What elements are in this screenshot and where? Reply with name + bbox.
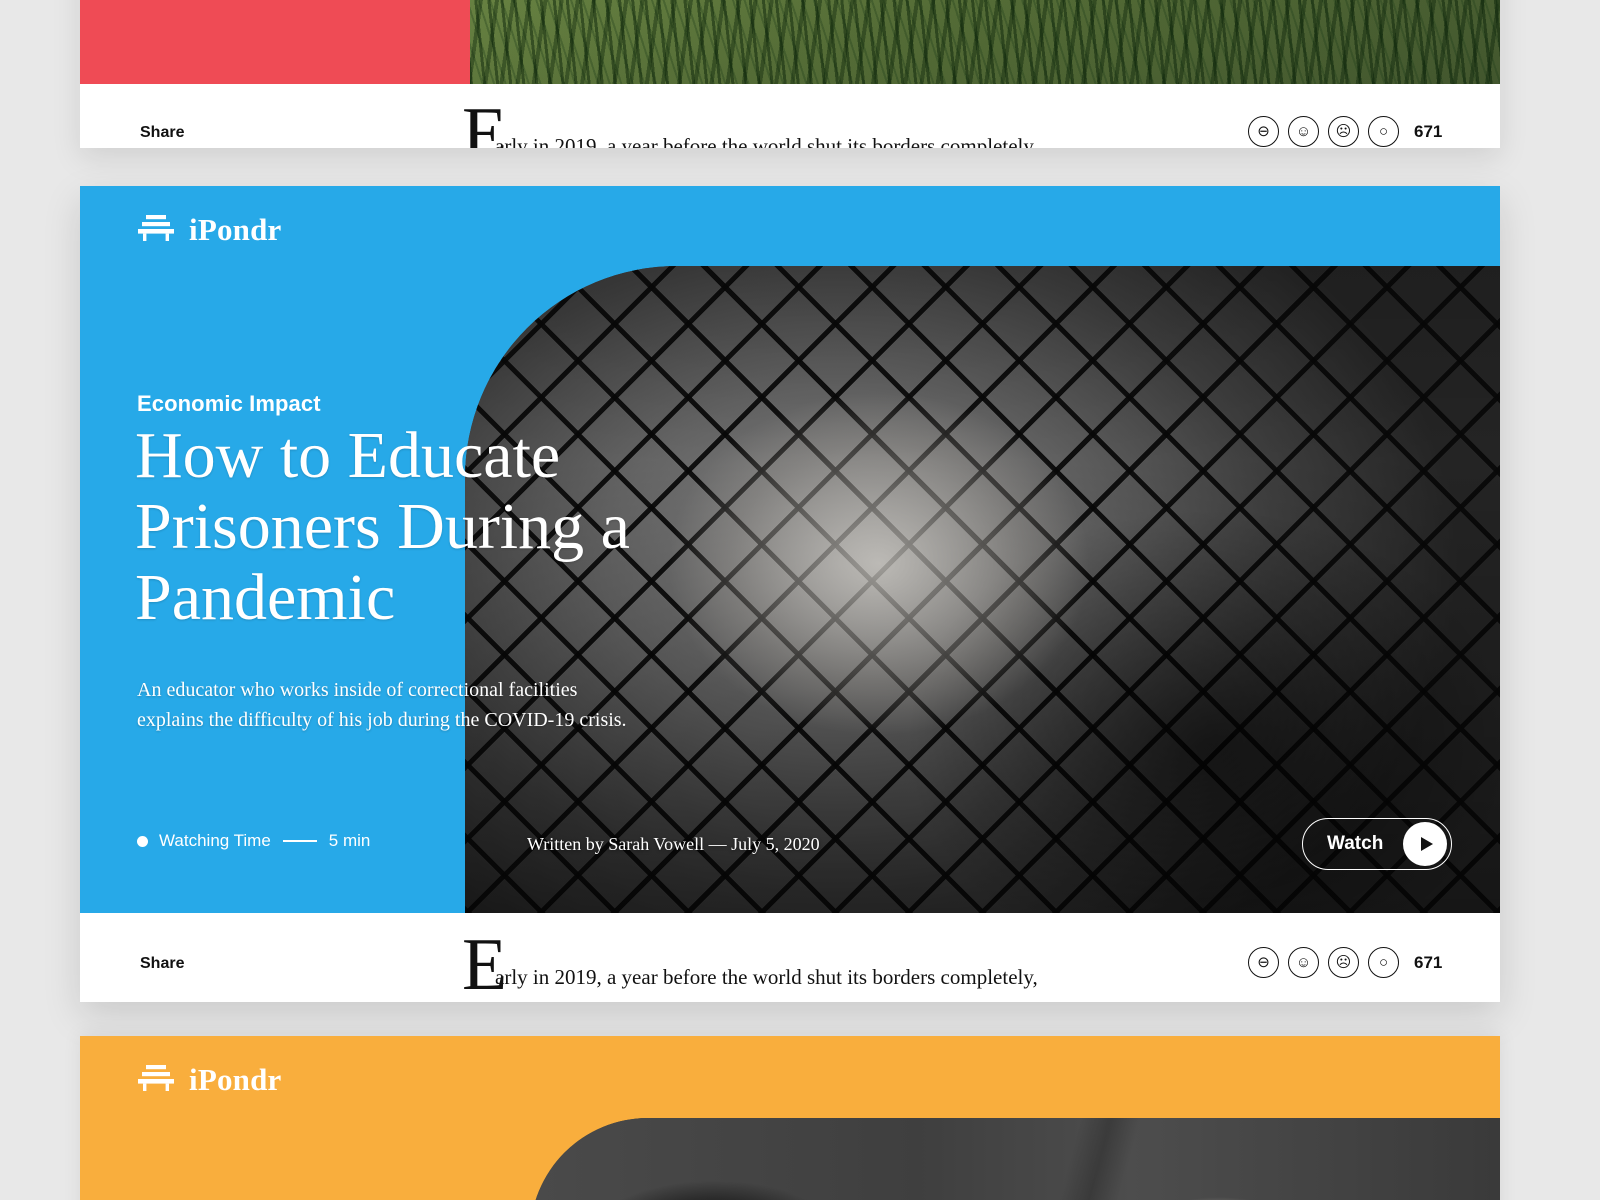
watch-button[interactable]: Watch <box>1302 818 1453 870</box>
watching-time-value: 5 min <box>328 831 371 850</box>
watching-time-label: Watching Time <box>159 831 271 850</box>
reaction-sad[interactable]: ☹ <box>1328 947 1359 978</box>
article-card-bottom: iPondr <box>80 1036 1500 1200</box>
bullet-dot-icon <box>137 835 148 847</box>
article-body-line: arly in 2019, a year before the world sh… <box>495 965 1038 989</box>
article-deck: An educator who works inside of correcti… <box>137 679 627 731</box>
page-canvas: Share E arly in 2019, a year before the … <box>0 0 1600 1200</box>
brand-name: iPondr <box>189 1062 282 1097</box>
reaction-neutral[interactable]: ⊖ <box>1248 947 1279 978</box>
card-top-hero-image <box>470 0 1500 84</box>
share-label[interactable]: Share <box>140 124 184 142</box>
reaction-count: 671 <box>1414 952 1443 972</box>
article-card-main: iPondr Economic Impact How to Educate Pr… <box>80 186 1500 1002</box>
article-kicker: Economic Impact <box>137 391 321 416</box>
article-card-top: Share E arly in 2019, a year before the … <box>80 0 1500 148</box>
bench-logo-icon <box>137 1063 175 1098</box>
reaction-sad[interactable]: ☹ <box>1328 116 1359 147</box>
card-main-hero: iPondr Economic Impact How to Educate Pr… <box>80 186 1500 913</box>
play-icon <box>1403 822 1448 866</box>
meta-divider <box>282 840 317 842</box>
card-main-article-strip: Share E arly in 2019, a year before the … <box>80 913 1500 1002</box>
reaction-smile[interactable]: ☺ <box>1288 116 1319 147</box>
reactions-bar: ⊖ ☺ ☹ ○ 671 <box>1248 947 1442 978</box>
byline: Written by Sarah Vowell — July 5, 2020 <box>527 834 820 854</box>
brand-name: iPondr <box>189 212 282 247</box>
reaction-neutral[interactable]: ⊖ <box>1248 116 1279 147</box>
card-top-hero <box>80 0 1500 84</box>
card-bottom-hero: iPondr <box>80 1036 1500 1200</box>
card-bottom-hero-image <box>530 1118 1500 1200</box>
card-top-accent-panel <box>80 0 470 84</box>
card-top-article-strip: Share E arly in 2019, a year before the … <box>80 84 1500 148</box>
reaction-surprised[interactable]: ○ <box>1368 116 1399 147</box>
hero-content: iPondr Economic Impact How to Educate Pr… <box>80 186 1500 913</box>
bench-logo-icon <box>137 213 175 248</box>
page-title: How to Educate Prisoners During a Pandem… <box>135 419 630 634</box>
brand-logo[interactable]: iPondr <box>137 212 282 248</box>
reaction-smile[interactable]: ☺ <box>1288 947 1319 978</box>
share-label[interactable]: Share <box>140 955 184 973</box>
reaction-surprised[interactable]: ○ <box>1368 947 1399 978</box>
article-body-line: arly in 2019, a year before the world sh… <box>495 134 1038 148</box>
watching-time-meta: Watching Time 5 min <box>137 831 370 851</box>
reactions-bar: ⊖ ☺ ☹ ○ 671 <box>1248 116 1442 147</box>
reaction-count: 671 <box>1414 121 1443 141</box>
brand-logo[interactable]: iPondr <box>137 1062 282 1098</box>
portrait-texture <box>530 1118 1500 1200</box>
watch-button-label: Watch <box>1327 833 1384 854</box>
